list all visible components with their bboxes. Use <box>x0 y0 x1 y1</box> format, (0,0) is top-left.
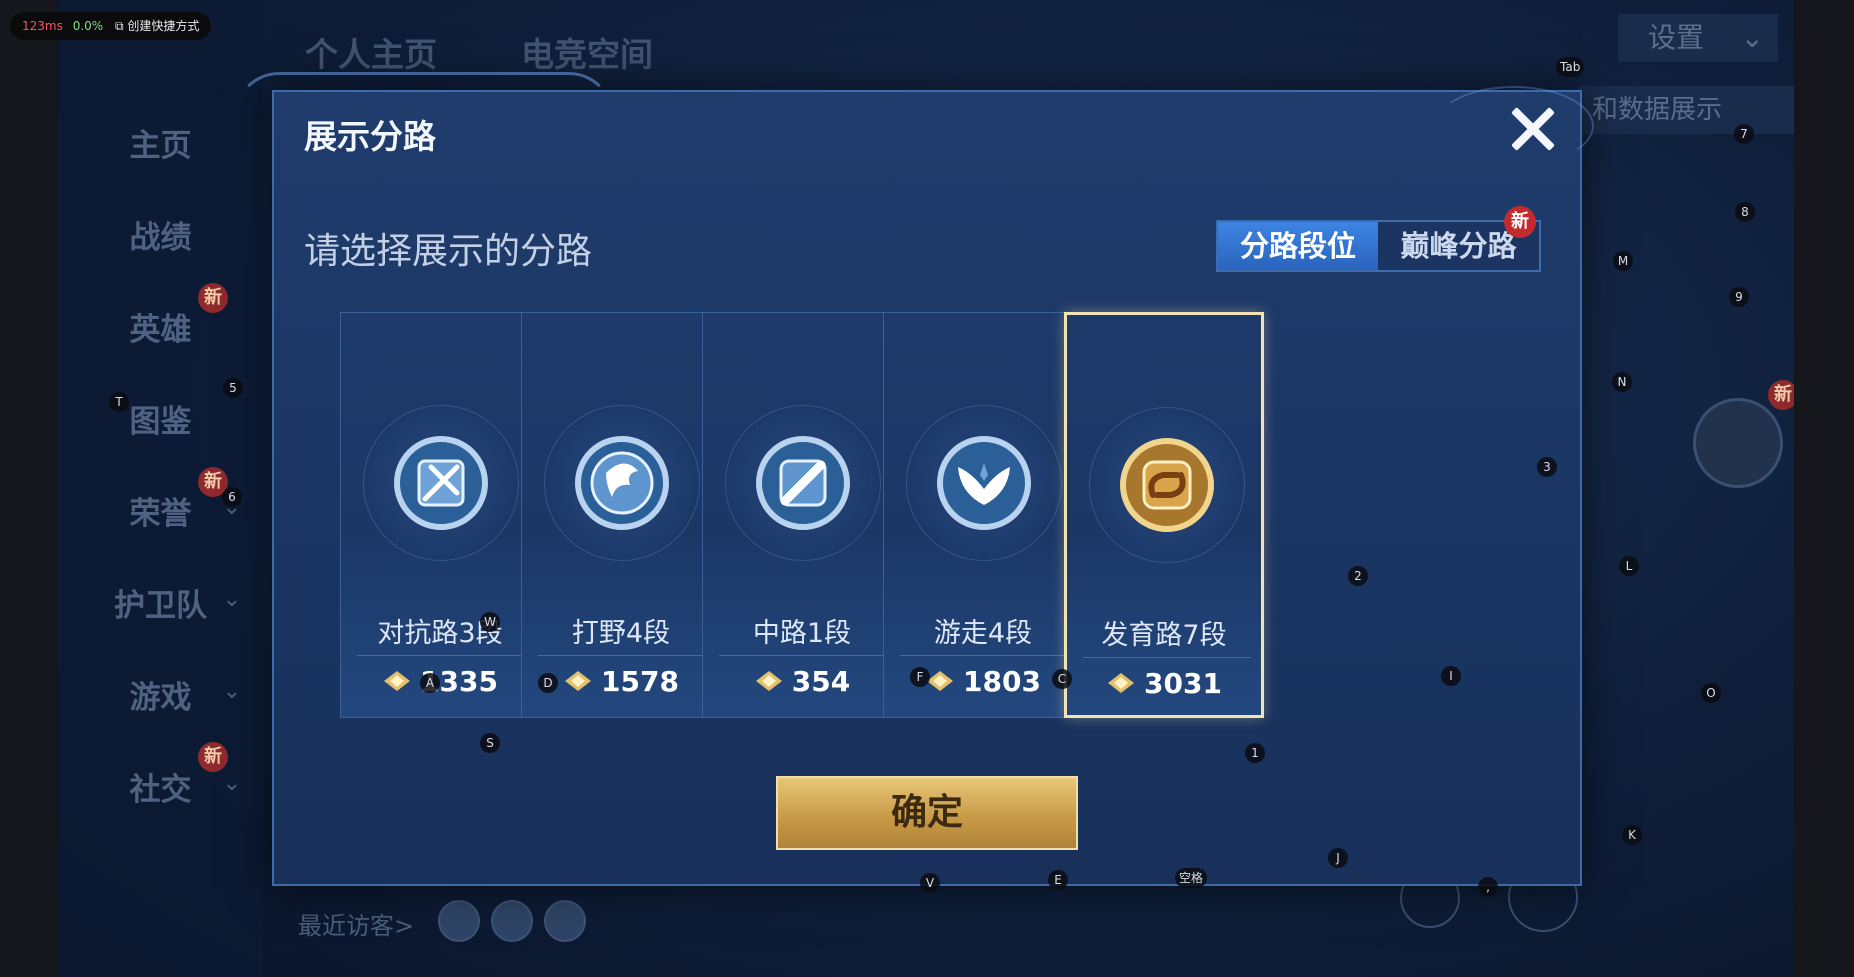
lane-mode-toggle: 分路段位 巅峰分路 <box>1216 220 1541 272</box>
key-hint: 1 <box>1245 743 1265 763</box>
performance-overlay: 123ms 0.0% ⧉ 创建快捷方式 <box>10 12 212 40</box>
key-hint: C <box>1052 669 1072 689</box>
key-hint: E <box>1048 870 1068 890</box>
key-hint: V <box>920 873 940 893</box>
key-hint: 7 <box>1734 124 1754 144</box>
avatar[interactable] <box>1693 398 1783 488</box>
tab-personal-home[interactable]: 个人主页 <box>305 28 437 76</box>
lane-card-top[interactable]: 对抗路3段 1335 <box>340 312 540 718</box>
data-display-panel[interactable]: 和数据展示 <box>1578 86 1794 134</box>
lane-points-value: 354 <box>791 665 851 698</box>
chevron-down-icon: ⌄ <box>222 679 241 704</box>
lane-card-mid[interactable]: 中路1段 354 <box>702 312 902 718</box>
new-badge: 新 <box>198 283 228 313</box>
key-hint: 5 <box>223 378 243 398</box>
key-hint: J <box>1328 848 1348 868</box>
divider <box>538 655 706 656</box>
key-hint: T <box>109 392 129 412</box>
lane-points-icon <box>384 671 411 691</box>
dialog-prompt: 请选择展示的分路 <box>304 231 593 272</box>
gold-arrow-emblem-icon <box>1120 438 1214 532</box>
key-hint: 3 <box>1537 457 1557 477</box>
create-shortcut-label: 创建快捷方式 <box>127 19 200 33</box>
key-hint: O <box>1701 683 1721 703</box>
divider <box>357 655 525 656</box>
key-hint: F <box>910 667 930 687</box>
lane-name: 对抗路3段 <box>377 618 503 649</box>
settings-label: 设置 <box>1648 21 1705 54</box>
latency-value: 123ms <box>22 19 63 33</box>
dragon-emblem-icon <box>575 436 669 530</box>
key-hint: W <box>480 612 500 632</box>
staff-emblem-icon <box>756 436 850 530</box>
new-badge: 新 <box>198 742 228 772</box>
chevron-down-icon: ⌄ <box>1740 21 1764 54</box>
lane-points-icon <box>1108 673 1135 693</box>
lane-points-value: 1578 <box>601 665 679 698</box>
key-hint: S <box>480 733 500 753</box>
lane-points-icon <box>565 671 592 691</box>
key-hint: I <box>1441 666 1461 686</box>
key-hint: 9 <box>1729 287 1749 307</box>
key-hint: 2 <box>1348 566 1368 586</box>
create-shortcut-link[interactable]: ⧉ 创建快捷方式 <box>115 19 199 33</box>
close-button[interactable] <box>1502 98 1562 158</box>
lane-card-farm[interactable]: 发育路7段 3031 <box>1064 312 1264 718</box>
chevron-down-icon: ⌄ <box>222 587 241 612</box>
show-lane-dialog: 展示分路 请选择展示的分路 分路段位 巅峰分路 新 对抗路3段 1335 打野4… <box>234 72 1594 886</box>
key-hint: 空格 <box>1175 868 1208 888</box>
key-hint: M <box>1613 251 1633 271</box>
lane-card-jungle[interactable]: 打野4段 1578 <box>521 312 721 718</box>
visitor-avatar[interactable] <box>438 900 480 942</box>
visitor-avatar[interactable] <box>544 900 586 942</box>
lane-name: 游走4段 <box>933 618 1033 649</box>
divider <box>719 655 887 656</box>
lane-points-value: 3031 <box>1144 667 1222 700</box>
load-value: 0.0% <box>72 19 104 33</box>
divider <box>1083 657 1251 658</box>
key-hint: N <box>1612 372 1632 392</box>
lane-name: 发育路7段 <box>1101 620 1227 651</box>
lane-points: 1335 <box>341 665 539 698</box>
key-hint: Tab <box>1556 57 1585 77</box>
lane-points-icon <box>755 671 782 691</box>
sword-shield-emblem-icon <box>394 436 488 530</box>
lane-card-roam[interactable]: 游走4段 1803 <box>883 312 1083 718</box>
dialog-title: 展示分路 <box>304 117 436 156</box>
tab-lane-rank[interactable]: 分路段位 <box>1218 222 1378 270</box>
key-hint: , <box>1478 877 1498 897</box>
key-hint: L <box>1619 556 1639 576</box>
lane-points-icon <box>927 671 954 691</box>
new-badge: 新 <box>1504 206 1536 238</box>
key-hint: K <box>1622 825 1642 845</box>
new-badge: 新 <box>1768 380 1794 410</box>
nav-item-codex[interactable]: 图鉴 <box>58 396 263 441</box>
visitor-avatar[interactable] <box>491 900 533 942</box>
wings-emblem-icon <box>937 436 1031 530</box>
tab-esports-space[interactable]: 电竞空间 <box>521 28 653 76</box>
recent-visitors-link[interactable]: 最近访客> <box>298 906 414 941</box>
nav-item-home[interactable]: 主页 <box>58 120 263 165</box>
confirm-button[interactable]: 确定 <box>776 776 1078 850</box>
settings-button[interactable]: 设置 ⌄ <box>1618 14 1778 62</box>
lane-points-value: 1803 <box>963 665 1041 698</box>
key-hint: 6 <box>222 487 242 507</box>
lane-points: 354 <box>703 665 901 698</box>
nav-item-heroes[interactable]: 英雄 <box>58 304 263 349</box>
key-hint: A <box>420 673 440 693</box>
lane-name: 中路1段 <box>752 618 852 649</box>
lane-name: 打野4段 <box>571 618 671 649</box>
divider <box>900 655 1068 656</box>
lane-points: 3031 <box>1067 667 1261 700</box>
chevron-down-icon: ⌄ <box>222 771 241 796</box>
nav-item-record[interactable]: 战绩 <box>58 212 263 257</box>
key-hint: 8 <box>1735 202 1755 222</box>
key-hint: D <box>538 673 558 693</box>
